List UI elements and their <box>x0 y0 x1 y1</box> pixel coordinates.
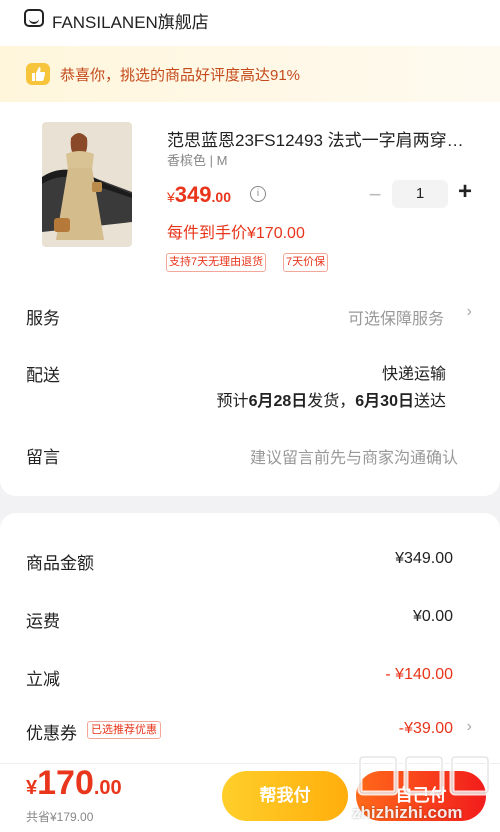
watermark-text: zhizhizhi.com <box>352 803 463 822</box>
quantity-field[interactable]: 1 <box>392 180 448 208</box>
price-integer: 349 <box>174 182 212 207</box>
service-label: 服务 <box>26 309 60 328</box>
product-title[interactable]: 范思蓝恩23FS12493 法式一字肩两穿… <box>167 126 479 151</box>
arrive-date: 6月30日 <box>355 393 414 410</box>
store-header[interactable]: FANSILANEN旗舰店 <box>0 0 500 44</box>
price-decimal: .00 <box>211 189 231 205</box>
total-decimal: .00 <box>93 777 122 799</box>
store-icon <box>24 9 44 27</box>
store-name[interactable]: FANSILANEN旗舰店 <box>52 8 209 33</box>
delivery-mid: 发货， <box>307 393 356 410</box>
product-spec[interactable]: 香槟色 | M <box>167 150 227 169</box>
rating-banner: 恭喜你，挑选的商品好评度高达91% <box>0 46 500 102</box>
discount-label: 立减 <box>26 670 60 689</box>
note-input[interactable]: 建议留言前先与商家沟通确认 <box>250 444 458 468</box>
service-option[interactable]: 可选保障服务 <box>348 305 444 329</box>
help-pay-button[interactable]: 帮我付 <box>222 771 348 821</box>
shipping-fee-label: 运费 <box>26 612 60 631</box>
discount-value: - ¥140.00 <box>385 666 453 683</box>
delivery-estimate: 预计6月28日发货，6月30日送达 <box>217 387 446 411</box>
chevron-right-icon[interactable]: › <box>467 303 472 321</box>
coupon-value[interactable]: -¥39.00 <box>399 720 453 738</box>
chevron-right-icon[interactable]: › <box>467 718 472 736</box>
product-image[interactable] <box>42 122 132 247</box>
delivery-suffix: 送达 <box>413 393 446 410</box>
price-protect-tag: 7天价保 <box>283 253 329 272</box>
total-integer: 170 <box>37 764 94 802</box>
goods-amount-label: 商品金额 <box>26 554 94 573</box>
delivery-method[interactable]: 快递运输 <box>382 360 446 384</box>
minus-icon[interactable]: − <box>366 182 384 208</box>
coupon-label: 优惠券 <box>26 724 77 743</box>
total-price: ¥170.00 <box>26 764 122 803</box>
info-icon[interactable]: i <box>250 186 266 202</box>
note-label: 留言 <box>26 448 60 467</box>
delivery-prefix: 预计 <box>216 393 249 410</box>
delivery-label: 配送 <box>26 366 60 385</box>
ship-date: 6月28日 <box>248 393 308 410</box>
plus-icon[interactable]: + <box>455 178 475 206</box>
total-currency: ¥ <box>26 777 38 799</box>
total-saved: 共省¥179.00 <box>26 810 94 824</box>
shipping-fee-value: ¥0.00 <box>412 608 453 625</box>
price-currency: ¥ <box>167 189 175 205</box>
return-policy-tag: 支持7天无理由退货 <box>166 253 267 272</box>
product-price: ¥349.00 <box>167 182 231 208</box>
thumbs-up-icon <box>26 63 50 85</box>
coupon-badge: 已选推荐优惠 <box>87 721 161 739</box>
goods-amount-value: ¥349.00 <box>395 550 453 567</box>
banner-text: 恭喜你，挑选的商品好评度高达91% <box>60 67 301 84</box>
hand-price: 每件到手价¥170.00 <box>167 225 305 242</box>
